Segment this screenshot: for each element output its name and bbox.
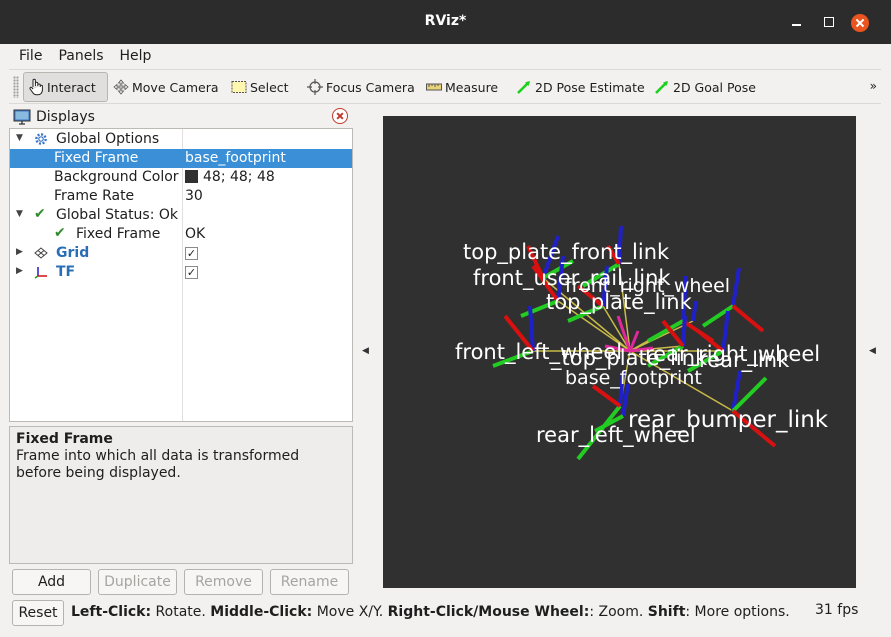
tree-row-grid[interactable]: ▶ Grid ✓ (10, 244, 352, 263)
tree-row-status-fixed-frame[interactable]: ✔ Fixed Frame OK (10, 225, 352, 244)
expand-arrow-icon[interactable]: ▶ (16, 247, 23, 257)
checkmark-icon: ✔ (54, 225, 66, 241)
ruler-icon (426, 83, 442, 91)
measure-tool-button[interactable]: Measure (422, 72, 502, 102)
reset-button[interactable]: Reset (12, 600, 64, 626)
window-title: RViz* (424, 13, 467, 29)
goal-pose-label: 2D Goal Pose (673, 79, 756, 95)
frame-label: base_footprint (565, 367, 702, 389)
tree-row-fixed-frame[interactable]: Fixed Frame base_footprint (10, 149, 352, 168)
fps-counter: 31 fps (815, 602, 859, 618)
select-box-icon (231, 81, 247, 93)
status-fixed-frame-label: Fixed Frame (76, 226, 161, 242)
grid-label: Grid (56, 245, 90, 261)
hint-right-click-key: Right-Click/Mouse Wheel: (387, 604, 590, 620)
goal-pose-tool-button[interactable]: 2D Goal Pose (650, 72, 760, 102)
duplicate-button[interactable]: Duplicate (98, 569, 177, 595)
collapse-right-arrow-icon[interactable]: ◀ (869, 346, 876, 356)
hint-middle-click-key: Middle-Click: (210, 604, 313, 620)
displays-title: Displays (36, 109, 95, 125)
displays-panel-header: Displays (9, 107, 353, 127)
tool-bar: Interact Move Camera Select Focus Camera… (9, 69, 881, 104)
focus-camera-label: Focus Camera (326, 79, 415, 95)
tree-row-frame-rate[interactable]: Frame Rate 30 (10, 187, 352, 206)
menu-file[interactable]: File (9, 44, 48, 68)
hint-right-click-action: : Zoom. (589, 604, 648, 620)
displays-tree: ▼ Global Options Fixed Frame base_footpr… (9, 128, 353, 422)
color-swatch[interactable] (185, 170, 198, 183)
focus-crosshair-icon (307, 79, 323, 95)
expand-arrow-icon[interactable]: ▶ (16, 266, 23, 276)
tree-row-global-options[interactable]: ▼ Global Options (10, 130, 352, 149)
focus-camera-tool-button[interactable]: Focus Camera (303, 72, 419, 102)
mouse-hint-text: Left-Click: Rotate. Middle-Click: Move X… (71, 604, 790, 620)
hint-middle-click-action: Move X/Y. (312, 604, 388, 620)
green-arrow-icon (517, 81, 530, 94)
frame-rate-label: Frame Rate (54, 188, 135, 204)
tree-row-tf[interactable]: ▶ TF ✓ (10, 263, 352, 282)
close-panel-icon[interactable] (332, 108, 348, 124)
hint-left-click-key: Left-Click: (71, 604, 152, 620)
hand-pointer-icon (29, 78, 43, 96)
global-status-label: Global Status: Ok (56, 207, 179, 223)
fixed-frame-value[interactable]: base_footprint (185, 150, 286, 166)
collapse-arrow-icon[interactable]: ▼ (16, 133, 23, 143)
select-label: Select (250, 79, 289, 95)
interact-tool-button[interactable]: Interact (23, 72, 108, 102)
background-color-label: Background Color (54, 169, 179, 185)
monitor-icon (13, 109, 31, 125)
hint-shift-key: Shift (647, 604, 686, 620)
hint-shift-action: : More options. (685, 604, 790, 620)
menu-panels[interactable]: Panels (48, 44, 109, 68)
frame-rate-value[interactable]: 30 (185, 188, 203, 204)
tree-row-global-status[interactable]: ▼ ✔ Global Status: Ok (10, 206, 352, 225)
interact-label: Interact (47, 79, 96, 95)
frame-label: top_plate_link (546, 290, 692, 314)
measure-label: Measure (445, 79, 499, 95)
description-title: Fixed Frame (16, 431, 113, 447)
move-camera-label: Move Camera (132, 79, 219, 95)
background-color-field[interactable]: 48; 48; 48 (185, 169, 275, 185)
menu-help[interactable]: Help (110, 44, 158, 68)
menu-bar: File Panels Help (9, 44, 157, 68)
pose-estimate-label: 2D Pose Estimate (535, 79, 645, 95)
tf-label: TF (56, 264, 76, 280)
pose-estimate-tool-button[interactable]: 2D Pose Estimate (512, 72, 649, 102)
remove-button[interactable]: Remove (184, 569, 263, 595)
frame-label: top_plate_front_link (463, 240, 670, 264)
checkmark-icon: ✔ (34, 206, 46, 222)
tf-checkbox[interactable]: ✓ (185, 266, 198, 279)
frame-label: rear_link (699, 348, 790, 372)
green-arrow-icon (655, 81, 668, 94)
frame-label: rear_left_wheel (536, 423, 696, 447)
fixed-frame-label: Fixed Frame (54, 150, 139, 166)
collapse-arrow-icon[interactable]: ▼ (16, 209, 23, 219)
status-fixed-frame-value: OK (185, 226, 206, 242)
toolbar-grip[interactable] (13, 76, 19, 98)
background-color-value: 48; 48; 48 (203, 169, 275, 185)
axes-icon (34, 267, 47, 279)
toolbar-overflow-icon[interactable]: » (870, 79, 877, 93)
property-description: Fixed Frame Frame into which all data is… (9, 426, 353, 564)
grid-checkbox[interactable]: ✓ (185, 247, 198, 260)
title-bar: RViz* (0, 0, 891, 44)
minimize-icon[interactable] (789, 14, 805, 30)
move-arrows-icon (113, 79, 129, 95)
add-button[interactable]: Add (12, 569, 91, 595)
render-viewport[interactable]: top_plate_front_link front_user_rail_lin… (383, 116, 856, 588)
description-text: Frame into which all data is transformed… (16, 448, 300, 481)
move-camera-tool-button[interactable]: Move Camera (109, 72, 223, 102)
status-bar: Reset Left-Click: Rotate. Middle-Click: … (0, 600, 891, 637)
close-window-icon[interactable] (851, 14, 869, 32)
hint-left-click-action: Rotate. (151, 604, 211, 620)
global-options-label: Global Options (56, 131, 160, 147)
gear-icon (35, 133, 47, 145)
tree-row-background-color[interactable]: Background Color 48; 48; 48 (10, 168, 352, 187)
collapse-left-arrow-icon[interactable]: ◀ (362, 346, 369, 356)
select-tool-button[interactable]: Select (227, 72, 293, 102)
maximize-icon[interactable] (821, 14, 837, 30)
grid-icon (34, 247, 48, 259)
rename-button[interactable]: Rename (270, 569, 349, 595)
